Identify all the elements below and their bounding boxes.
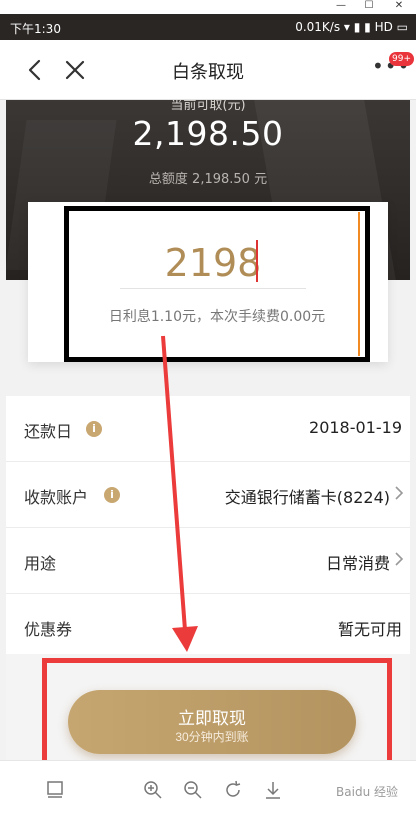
receiving-account-row[interactable]: 收款账户 i 交通银行储蓄卡(8224) — [6, 462, 410, 528]
rotate-icon[interactable] — [222, 779, 244, 801]
repayment-date-row: 还款日 i 2018-01-19 — [6, 396, 410, 462]
chevron-right-icon — [395, 552, 404, 566]
text-caret — [256, 240, 258, 282]
nav-bar: 白条取现 ••• 99+ — [0, 40, 416, 100]
input-underline — [120, 288, 306, 289]
chevron-right-icon — [395, 486, 404, 500]
row-label: 还款日 — [24, 422, 73, 441]
info-icon[interactable]: i — [104, 487, 120, 503]
notification-badge: 99+ — [389, 52, 414, 66]
window-close-button[interactable]: ✕ — [388, 0, 410, 14]
status-bar: 下午1:30 0.01K/s ▾ ▮ ▮ HD ▭ — [0, 14, 416, 40]
row-value: 暂无可用 — [337, 620, 402, 639]
row-value: 交通银行储蓄卡(8224) — [224, 488, 390, 507]
row-label: 收款账户 — [24, 488, 89, 507]
window-titlebar: — ☐ ✕ — [0, 0, 416, 14]
row-label: 优惠券 — [24, 620, 73, 639]
row-label: 用途 — [24, 554, 57, 573]
page-title: 白条取现 — [172, 62, 244, 83]
interest-fee-note: 日利息1.10元，本次手续费0.00元 — [108, 309, 326, 325]
info-icon[interactable]: i — [86, 421, 102, 437]
total-credit: 总额度 2,198.50 元 — [148, 172, 268, 187]
thumbnail-icon[interactable] — [44, 779, 66, 801]
baidu-watermark: Baidu 经验 — [336, 785, 398, 799]
purpose-row[interactable]: 用途 日常消费 — [6, 528, 410, 594]
viewer-toolbar: Baidu 经验 — [0, 760, 416, 824]
window-maximize-button[interactable]: ☐ — [358, 0, 380, 14]
zoom-in-icon[interactable] — [142, 779, 164, 801]
status-time: 下午1:30 — [10, 22, 61, 36]
withdraw-details-list: 还款日 i 2018-01-19 收款账户 i 交通银行储蓄卡(8224) 用途… — [6, 396, 410, 660]
row-value: 日常消费 — [325, 554, 390, 573]
row-value: 2018-01-19 — [309, 418, 402, 437]
status-indicators: 0.01K/s ▾ ▮ ▮ HD ▭ — [295, 20, 408, 34]
available-amount: 2,198.50 — [132, 114, 284, 153]
focus-edge — [358, 212, 360, 356]
download-icon[interactable] — [262, 779, 284, 801]
zoom-out-icon[interactable] — [182, 779, 204, 801]
coupon-row[interactable]: 优惠券 暂无可用 — [6, 594, 410, 660]
window-minimize-button[interactable]: — — [330, 0, 352, 14]
available-label: 当前可取(元) — [170, 100, 246, 113]
withdraw-amount-input[interactable] — [90, 238, 336, 288]
